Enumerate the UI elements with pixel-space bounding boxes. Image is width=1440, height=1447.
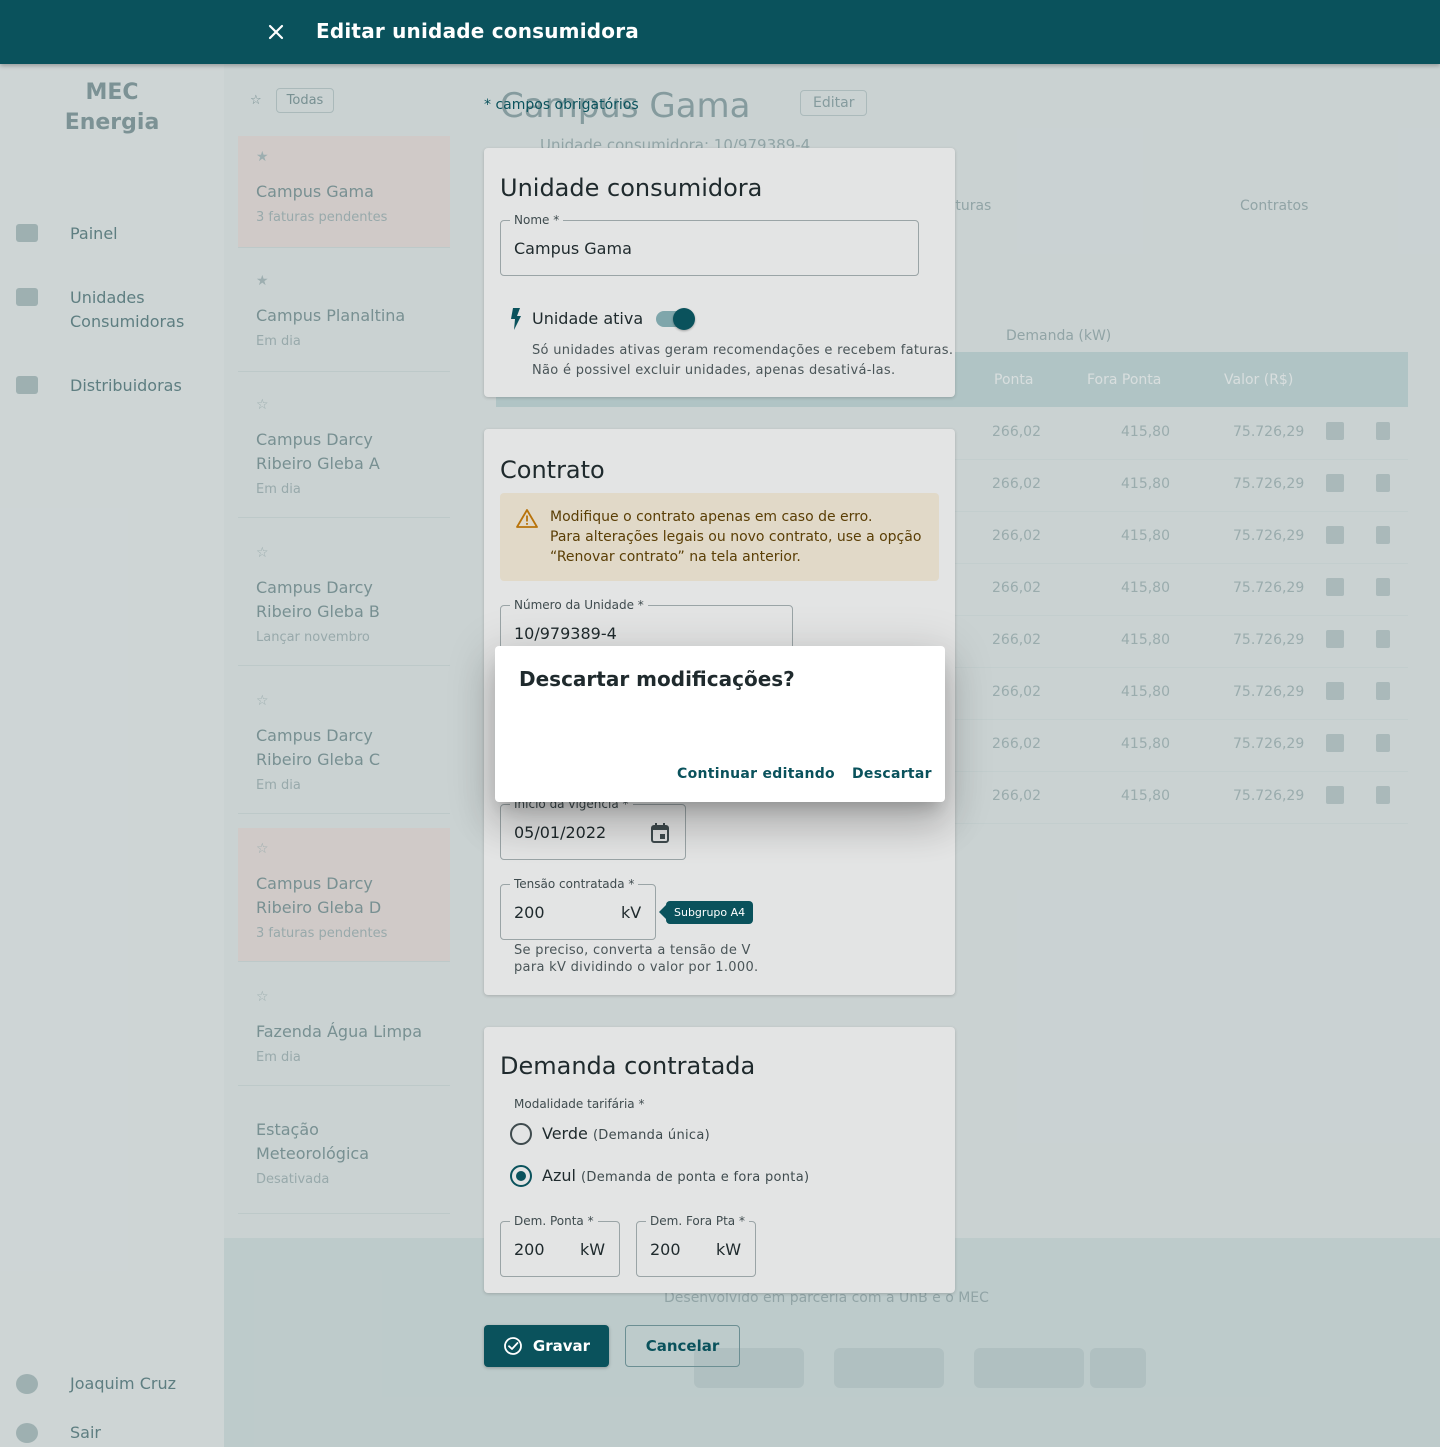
start-date-field[interactable]: Início da vigência * 05/01/2022 [500,796,686,860]
active-helper-2: Não é possivel excluir unidades, apenas … [532,363,896,378]
radio-verde-label[interactable]: Verde (Demanda única) [542,1124,710,1143]
unit-card-title: Unidade consumidora [500,174,763,202]
check-circle-icon [504,1337,522,1355]
contract-card-title: Contrato [500,456,605,484]
unit-number-label: Número da Unidade * [510,597,648,613]
warning-icon [516,509,538,528]
contract-warning: Modifique o contrato apenas em caso de e… [500,493,939,581]
page-title: Editar unidade consumidora [316,19,639,43]
offpeak-demand-label: Dem. Fora Pta * [646,1213,749,1229]
unit-number-value: 10/979389-4 [514,624,617,643]
discard-dialog: Descartar modificações? Continuar editan… [495,646,945,802]
warning-line-1: Modifique o contrato apenas em caso de e… [550,509,873,525]
subgroup-badge: Subgrupo A4 [658,901,754,924]
warning-text: Modifique o contrato apenas em caso de e… [550,507,921,567]
active-unit-toggle[interactable] [655,308,695,330]
voltage-label: Tensão contratada * [510,876,639,892]
cancel-button[interactable]: Cancelar [625,1325,740,1367]
voltage-helper-2: para kV dividindo o valor por 1.000. [514,960,759,975]
peak-demand-unit: kW [580,1240,606,1259]
voltage-value: 200 [514,903,545,922]
cancel-button-label: Cancelar [645,1337,720,1355]
voltage-helper-1: Se preciso, converta a tensão de V [514,943,751,958]
radio-azul-label[interactable]: Azul (Demanda de ponta e fora ponta) [542,1166,809,1185]
bolt-icon [511,308,521,330]
offpeak-demand-value: 200 [650,1240,681,1259]
active-unit-label: Unidade ativa [532,309,644,328]
warning-line-2: Para alterações legais ou novo contrato,… [550,529,922,545]
radio-azul-text: Azul [542,1166,576,1185]
close-button[interactable] [262,18,290,46]
continue-editing-button[interactable]: Continuar editando [677,766,835,782]
modality-label: Modalidade tarifária * [514,1097,645,1111]
required-fields-note: * campos obrigatórios [484,97,639,113]
peak-demand-field[interactable]: Dem. Ponta * 200 kW [500,1213,620,1277]
discard-button[interactable]: Descartar [852,766,932,782]
toggle-thumb [673,308,695,330]
peak-demand-value: 200 [514,1240,545,1259]
name-field[interactable]: Nome * Campus Gama [500,212,919,276]
app-bar: Editar unidade consumidora [0,0,1440,64]
radio-azul[interactable] [510,1165,532,1187]
peak-demand-label: Dem. Ponta * [510,1213,598,1229]
radio-verde-hint: (Demanda única) [592,1128,711,1143]
radio-verde-text: Verde [542,1124,588,1143]
start-date-value: 05/01/2022 [514,823,607,842]
voltage-unit: kV [621,903,642,922]
voltage-field[interactable]: Tensão contratada * 200 kV [500,876,656,940]
offpeak-demand-unit: kW [716,1240,742,1259]
demand-card-title: Demanda contratada [500,1052,756,1080]
radio-azul-hint: (Demanda de ponta e fora ponta) [581,1170,810,1185]
dialog-title: Descartar modificações? [519,667,795,691]
name-field-label: Nome * [510,212,564,228]
radio-verde[interactable] [510,1123,532,1145]
active-helper-1: Só unidades ativas geram recomendações e… [532,343,954,358]
offpeak-demand-field[interactable]: Dem. Fora Pta * 200 kW [636,1213,756,1277]
warning-line-3: “Renovar contrato” na tela anterior. [550,549,801,565]
name-field-value: Campus Gama [514,239,632,258]
save-button-label: Gravar [532,1337,591,1355]
save-button[interactable]: Gravar [484,1325,609,1367]
close-icon [268,24,284,40]
calendar-icon[interactable] [650,822,670,844]
